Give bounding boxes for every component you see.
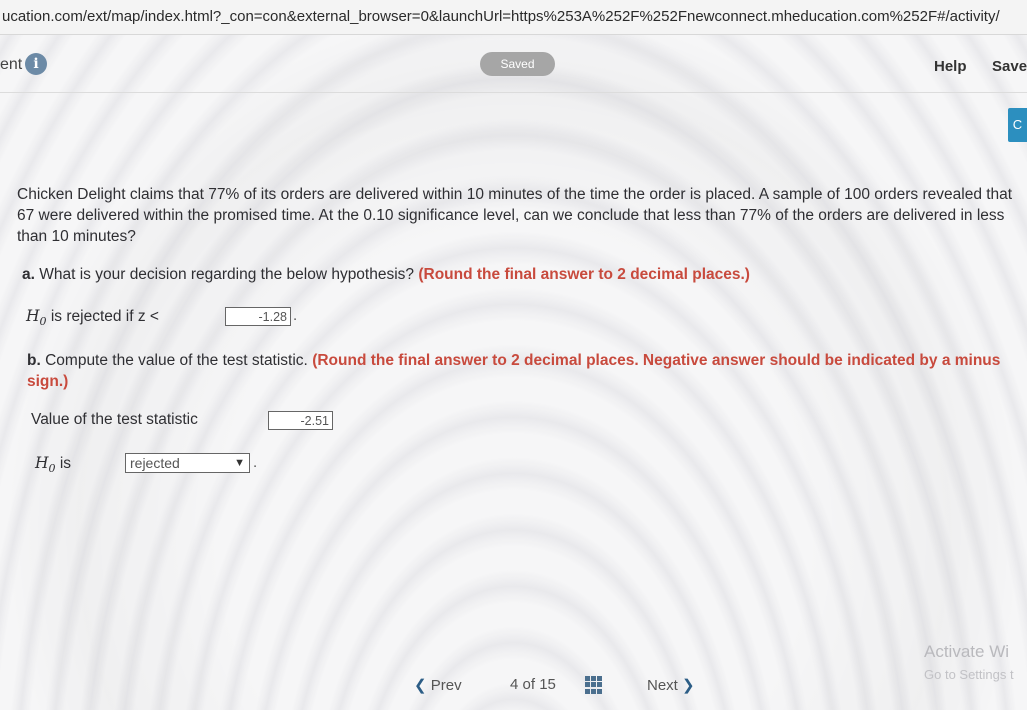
decision-select[interactable]: rejected ▼ (125, 453, 250, 473)
critical-value-input[interactable]: -1.28 (225, 307, 291, 326)
h0-symbol: H0 (35, 454, 56, 476)
info-icon[interactable]: i (25, 53, 47, 75)
rejection-rule-text: is rejected if z < (50, 308, 159, 325)
help-button[interactable]: Help (934, 58, 967, 75)
test-statistic-label: Value of the test statistic (31, 411, 198, 428)
page-indicator: 4 of 15 (510, 676, 556, 693)
test-statistic-input[interactable]: -2.51 (268, 411, 333, 430)
part-a-instruction: (Round the final answer to 2 decimal pla… (418, 266, 750, 283)
decision-row: H0 is (35, 454, 71, 475)
activation-watermark-title: Activate Wi (924, 642, 1010, 661)
activation-watermark-subtitle: Go to Settings t (924, 667, 1014, 682)
part-a-rule: H0 is rejected if z < (26, 307, 159, 328)
part-a-question: What is your decision regarding the belo… (39, 266, 415, 283)
chevron-left-icon: ❮ (414, 677, 427, 694)
chevron-right-icon: ❯ (682, 677, 695, 694)
question-text: Chicken Delight claims that 77% of its o… (17, 186, 1013, 245)
decision-value: rejected (130, 455, 180, 471)
url-text: ucation.com/ext/map/index.html?_con=con&… (2, 8, 1000, 25)
address-bar[interactable]: ucation.com/ext/map/index.html?_con=con&… (0, 0, 1027, 35)
period: . (293, 307, 298, 324)
grid-icon[interactable] (585, 676, 603, 694)
next-label: Next (647, 677, 678, 694)
saved-badge: Saved (480, 52, 555, 76)
h0-symbol: H0 (26, 307, 47, 329)
chevron-down-icon: ▼ (234, 457, 245, 469)
part-b-question: Compute the value of the test statistic. (45, 352, 308, 369)
save-button[interactable]: Save (992, 58, 1027, 75)
is-label: is (59, 455, 72, 472)
side-panel-tab[interactable]: C (1008, 108, 1027, 142)
prev-button[interactable]: ❮ Prev (414, 676, 462, 694)
assignment-label: ent (0, 56, 23, 73)
period: . (253, 454, 258, 471)
part-b-letter: b. (27, 352, 41, 369)
part-b-prompt: b. Compute the value of the test statist… (27, 350, 1017, 392)
part-a-letter: a. (22, 266, 35, 283)
next-button[interactable]: Next ❯ (647, 676, 695, 694)
prev-label: Prev (430, 677, 462, 694)
part-a-prompt: a. What is your decision regarding the b… (22, 266, 750, 284)
